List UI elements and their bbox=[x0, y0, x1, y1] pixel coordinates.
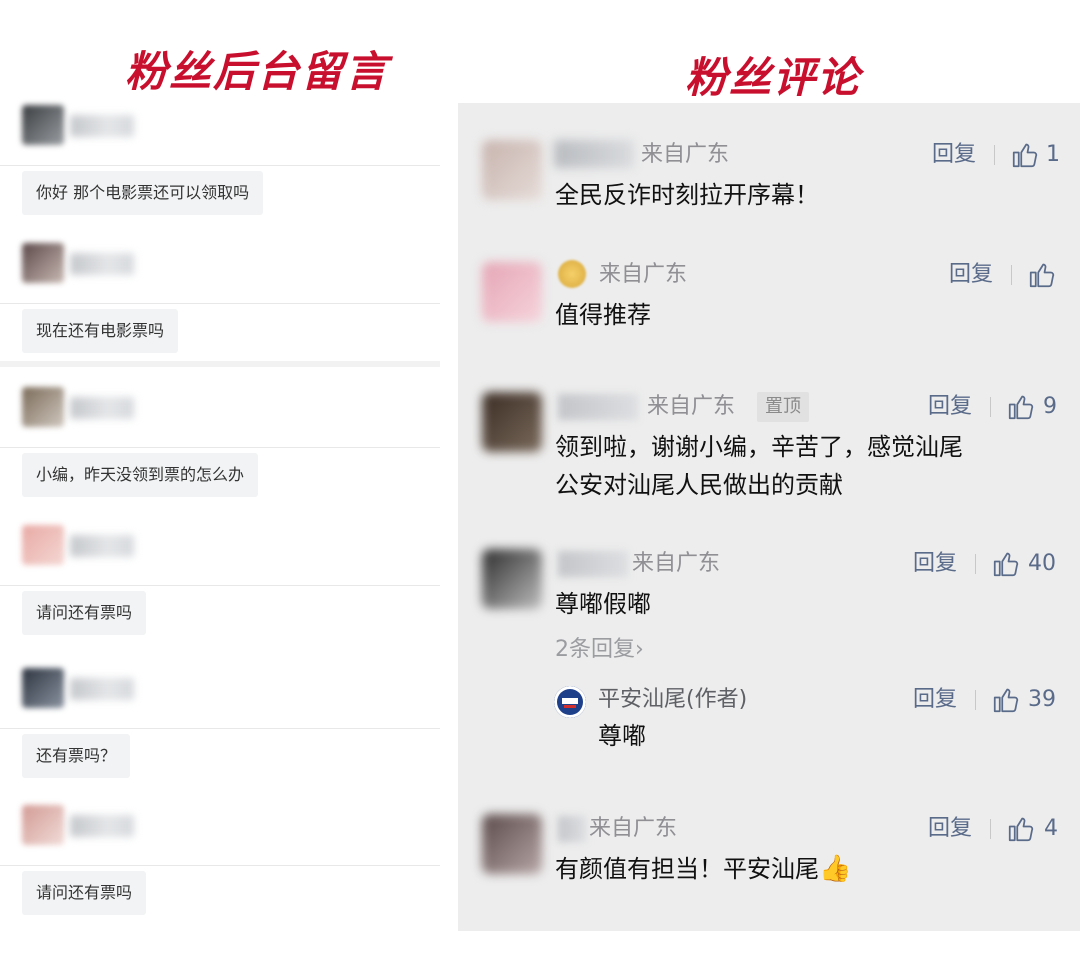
thumbs-up-icon[interactable] bbox=[991, 685, 1021, 715]
thumbs-up-icon[interactable] bbox=[1010, 140, 1040, 170]
username-blurred bbox=[558, 394, 638, 420]
avatar bbox=[482, 140, 542, 200]
comment-location: 来自广东 bbox=[641, 142, 730, 167]
comment-location: 来自广东 bbox=[632, 551, 721, 576]
avatar bbox=[22, 525, 64, 565]
reply-button[interactable]: 回复 bbox=[928, 392, 972, 422]
username-blurred bbox=[70, 253, 134, 275]
comments-panel: 来自广东 回复 1 全民反诈时刻拉开序幕！ 来自广东 回复 值得推荐 来自广东 … bbox=[458, 103, 1080, 931]
reply-button[interactable]: 回复 bbox=[928, 814, 972, 844]
username-blurred bbox=[558, 551, 628, 577]
comment-text-line: 公安对汕尾人民做出的贡献 bbox=[555, 471, 843, 499]
avatar bbox=[482, 262, 542, 322]
divider bbox=[0, 585, 440, 586]
reply-button[interactable]: 回复 bbox=[932, 140, 976, 170]
divider bbox=[1011, 265, 1012, 285]
comment-location: 来自广东 bbox=[599, 262, 688, 287]
thumbs-up-icon[interactable] bbox=[991, 549, 1021, 579]
thumbs-up-icon[interactable] bbox=[1027, 260, 1057, 290]
avatar bbox=[22, 387, 64, 427]
divider bbox=[0, 165, 440, 166]
username-blurred bbox=[70, 815, 134, 837]
like-count: 4 bbox=[1044, 816, 1058, 841]
divider bbox=[0, 865, 440, 866]
comment-location: 来自广东 bbox=[589, 816, 678, 841]
emoji-avatar-icon bbox=[558, 260, 586, 288]
more-replies-label: 2条回复 bbox=[555, 637, 635, 662]
divider bbox=[975, 690, 976, 710]
reply-button[interactable]: 回复 bbox=[949, 260, 993, 290]
comment-text-body: 有颜值有担当！平安汕尾 bbox=[555, 855, 819, 883]
username-blurred bbox=[70, 535, 134, 557]
message-bubble: 还有票吗？ bbox=[22, 734, 131, 778]
reply-button[interactable]: 回复 bbox=[913, 685, 957, 715]
avatar bbox=[22, 805, 64, 845]
heading-fan-backend-messages: 粉丝后台留言 bbox=[125, 47, 390, 96]
thumbs-up-icon[interactable] bbox=[1006, 392, 1036, 422]
avatar bbox=[482, 549, 542, 609]
author-reply-text: 尊嘟 bbox=[598, 722, 646, 750]
comment-text: 尊嘟假嘟 bbox=[555, 590, 651, 618]
divider bbox=[994, 145, 995, 165]
divider bbox=[990, 819, 991, 839]
message-bubble: 小编，昨天没领到票的怎么办 bbox=[22, 453, 259, 497]
username-blurred bbox=[558, 816, 586, 842]
avatar bbox=[482, 392, 542, 452]
message-bubble: 你好 那个电影票还可以领取吗 bbox=[22, 171, 264, 215]
author-name: 平安汕尾(作者) bbox=[598, 687, 748, 712]
comment-text-line: 领到啦，谢谢小编，辛苦了，感觉汕尾 bbox=[555, 433, 963, 461]
chevron-right-icon: › bbox=[635, 637, 644, 662]
author-avatar bbox=[554, 686, 586, 718]
message-bubble: 请问还有票吗 bbox=[22, 871, 147, 915]
avatar bbox=[482, 814, 542, 874]
username-blurred bbox=[70, 115, 134, 137]
comment-text: 全民反诈时刻拉开序幕！ bbox=[555, 181, 819, 209]
divider bbox=[0, 447, 440, 448]
avatar bbox=[22, 243, 64, 283]
thumbs-up-icon[interactable] bbox=[1006, 814, 1036, 844]
more-replies-link[interactable]: 2条回复› bbox=[555, 635, 644, 665]
heading-fan-comments: 粉丝评论 bbox=[685, 53, 862, 102]
section-separator bbox=[0, 361, 440, 367]
comment-text: 值得推荐 bbox=[555, 301, 651, 329]
like-count: 40 bbox=[1028, 551, 1056, 576]
thumbs-up-emoji-icon: 👍 bbox=[819, 854, 852, 884]
pinned-badge: 置顶 bbox=[757, 392, 809, 422]
like-count: 39 bbox=[1028, 687, 1056, 712]
message-bubble: 请问还有票吗 bbox=[22, 591, 147, 635]
comment-location: 来自广东 bbox=[647, 394, 736, 419]
username-blurred bbox=[70, 678, 134, 700]
like-count: 1 bbox=[1046, 142, 1060, 167]
username-blurred bbox=[554, 140, 634, 168]
message-bubble: 现在还有电影票吗 bbox=[22, 309, 179, 353]
backend-messages-panel: 你好 那个电影票还可以领取吗 现在还有电影票吗 小编，昨天没领到票的怎么办 请问… bbox=[0, 95, 440, 945]
avatar bbox=[22, 105, 64, 145]
reply-button[interactable]: 回复 bbox=[913, 549, 957, 579]
username-blurred bbox=[70, 397, 134, 419]
divider bbox=[975, 554, 976, 574]
comment-text: 有颜值有担当！平安汕尾👍 bbox=[555, 850, 851, 888]
divider bbox=[0, 728, 440, 729]
like-count: 9 bbox=[1043, 394, 1057, 419]
divider bbox=[0, 303, 440, 304]
divider bbox=[990, 397, 991, 417]
avatar bbox=[22, 668, 64, 708]
